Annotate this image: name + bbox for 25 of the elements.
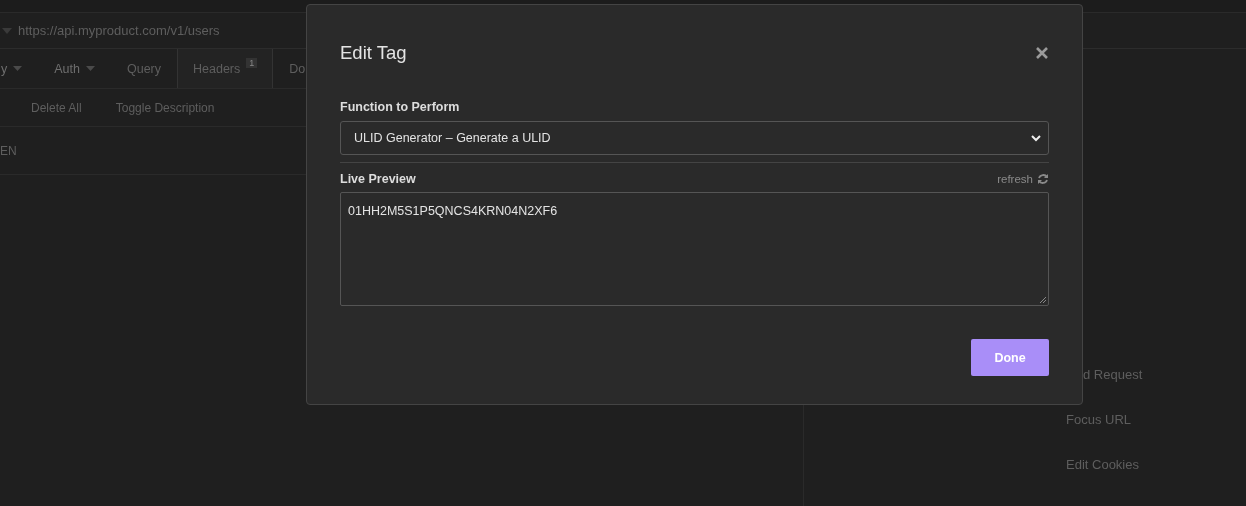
chevron-down-icon [1030, 134, 1042, 142]
request-tab[interactable]: y [0, 49, 39, 88]
shortcut-label: Edit Cookies [1066, 457, 1140, 472]
toolbar-link[interactable]: Delete All [31, 100, 82, 115]
column-header: EN [0, 143, 17, 158]
field-label: Live Preview [340, 172, 416, 186]
count-badge: 1 [246, 58, 258, 68]
refresh-icon [1037, 173, 1049, 185]
refresh-link[interactable]: refresh [997, 173, 1049, 185]
function-select[interactable]: ULID Generator – Generate a ULID [340, 121, 1049, 155]
url-text: https://api.myproduct.com/v1/users [18, 23, 220, 38]
close-icon[interactable] [1035, 46, 1049, 60]
request-tab[interactable]: Query [110, 49, 177, 88]
shortcut-label: d Request [1082, 367, 1144, 382]
dialog-title: Edit Tag [340, 42, 407, 64]
toolbar-link[interactable]: Toggle Description [115, 100, 215, 115]
done-button[interactable]: Done [971, 339, 1049, 376]
request-tab[interactable]: Headers 1 [177, 49, 274, 88]
caret-icon [85, 66, 95, 71]
request-tab[interactable]: Auth [38, 49, 111, 88]
preview-field[interactable]: 01HH2M5S1P5QNCS4KRN04N2XF6 [340, 192, 1049, 306]
caret-icon [13, 66, 23, 71]
shortcut-label: Focus URL [1066, 412, 1133, 427]
resize-grip-icon[interactable] [1039, 296, 1047, 304]
field-label: Function to Perform [340, 100, 461, 114]
